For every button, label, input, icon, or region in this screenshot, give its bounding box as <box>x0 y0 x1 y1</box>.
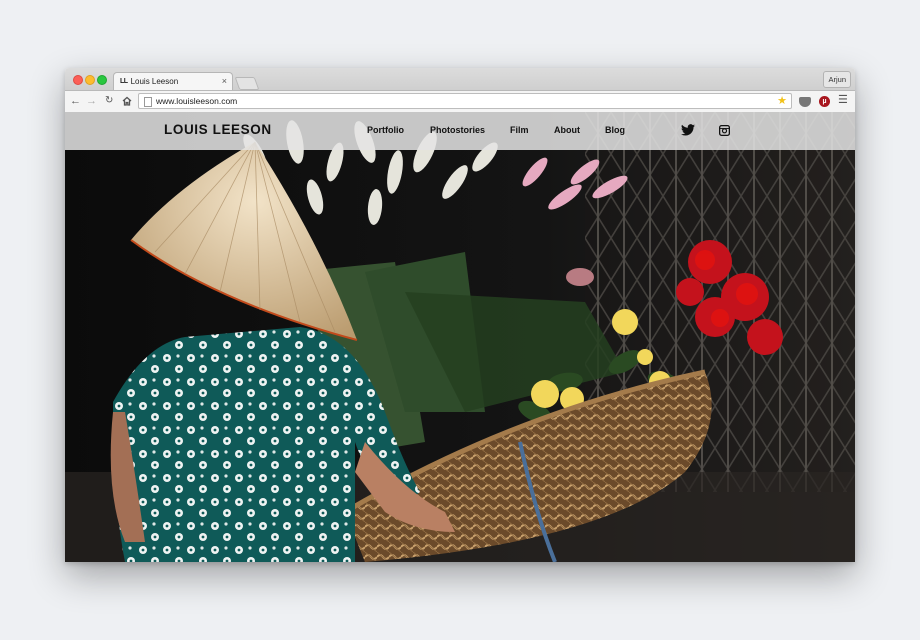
ublock-icon[interactable]: µ <box>819 96 830 107</box>
new-tab-button[interactable] <box>234 77 260 90</box>
close-window-button[interactable] <box>73 75 83 85</box>
nav-film[interactable]: Film <box>510 125 529 135</box>
maximize-window-button[interactable] <box>97 75 107 85</box>
url-text[interactable]: www.louisleeson.com <box>156 95 237 108</box>
pocket-icon[interactable] <box>799 97 811 107</box>
forward-arrow-icon[interactable]: → <box>86 93 97 109</box>
nav-blog[interactable]: Blog <box>605 125 625 135</box>
page-icon <box>144 97 152 107</box>
site-logo[interactable]: LOUIS LEESON <box>164 122 272 137</box>
tab-close-icon[interactable]: × <box>222 76 227 86</box>
browser-window: LL Louis Leeson × Arjun ← → ↻ www.louisl… <box>65 68 855 562</box>
twitter-icon[interactable] <box>681 123 695 141</box>
site-navbar: LOUIS LEESON Portfolio Photostories Film… <box>65 112 855 150</box>
profile-button[interactable]: Arjun <box>823 71 851 88</box>
instagram-icon[interactable] <box>718 123 731 141</box>
nav-about[interactable]: About <box>554 125 580 135</box>
address-bar[interactable]: www.louisleeson.com ★ <box>138 93 792 109</box>
page-viewport: LOUIS LEESON Portfolio Photostories Film… <box>65 112 855 562</box>
tab-title: Louis Leeson <box>130 77 179 86</box>
back-arrow-icon[interactable]: ← <box>70 93 81 109</box>
browser-toolbar: ← → ↻ www.louisleeson.com ★ µ ☰ <box>65 91 855 113</box>
hero-photo <box>65 112 855 562</box>
home-icon[interactable] <box>122 93 132 111</box>
title-bar: LL Louis Leeson × Arjun <box>65 68 855 91</box>
hamburger-menu-icon[interactable]: ☰ <box>838 93 848 108</box>
nav-portfolio[interactable]: Portfolio <box>367 125 404 135</box>
minimize-window-button[interactable] <box>85 75 95 85</box>
site-favicon-icon: LL <box>120 78 128 85</box>
reload-icon[interactable]: ↻ <box>105 93 113 109</box>
star-icon[interactable]: ★ <box>777 94 787 108</box>
nav-photostories[interactable]: Photostories <box>430 125 485 135</box>
tab-louis-leeson[interactable]: LL Louis Leeson × <box>113 72 233 90</box>
